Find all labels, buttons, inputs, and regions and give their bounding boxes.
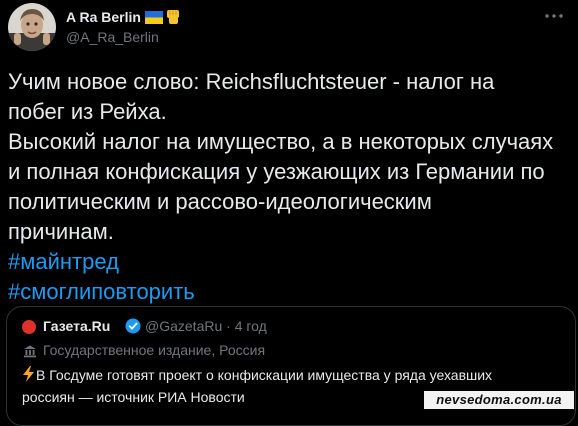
tweet-line: политическим и рассово-идеологическим — [8, 189, 432, 214]
source-logo-icon — [22, 320, 36, 334]
tweet-line: Учим новое слово: Reichsfluchtsteuer - н… — [8, 69, 495, 94]
raised-fist-icon — [165, 8, 181, 28]
quoted-text-body: В Госдуме готовят проект о конфискации и… — [22, 367, 493, 405]
ukraine-flag-icon — [144, 11, 163, 27]
watermark: nevsedoma.com.ua — [424, 391, 574, 409]
government-icon — [23, 344, 37, 363]
verified-badge-icon — [125, 318, 141, 339]
more-icon[interactable] — [542, 4, 566, 28]
state-media-label[interactable]: Государственное издание, Россия — [43, 342, 265, 358]
tweet-line: Высокий налог на имущество, а в некоторы… — [8, 129, 554, 154]
hashtag-link[interactable]: #смоглиповторить — [8, 277, 573, 307]
quoted-time: 4 год — [234, 318, 267, 334]
tweet-line: причинам. — [8, 219, 114, 244]
tweet-line: побег из Рейха. — [8, 99, 167, 124]
author-handle[interactable]: @A_Ra_Berlin — [66, 29, 159, 45]
lightning-icon — [22, 366, 35, 387]
quoted-handle: @GazetaRu — [145, 318, 223, 334]
quoted-source-name: Газета.Ru — [43, 318, 111, 334]
hashtag-link[interactable]: #майнтред — [8, 247, 573, 277]
tweet-line: и полная конфискация у уезжающих из Герм… — [8, 159, 545, 184]
tweet-text: Учим новое слово: Reichsfluchtsteuer - н… — [8, 67, 573, 307]
meta-separator: · — [226, 318, 231, 334]
author-name-text: A Ra Berlin — [66, 9, 141, 25]
author-display-name[interactable]: A Ra Berlin — [66, 8, 181, 28]
quoted-meta: @GazetaRu · 4 год — [145, 318, 267, 334]
avatar[interactable] — [8, 3, 56, 51]
